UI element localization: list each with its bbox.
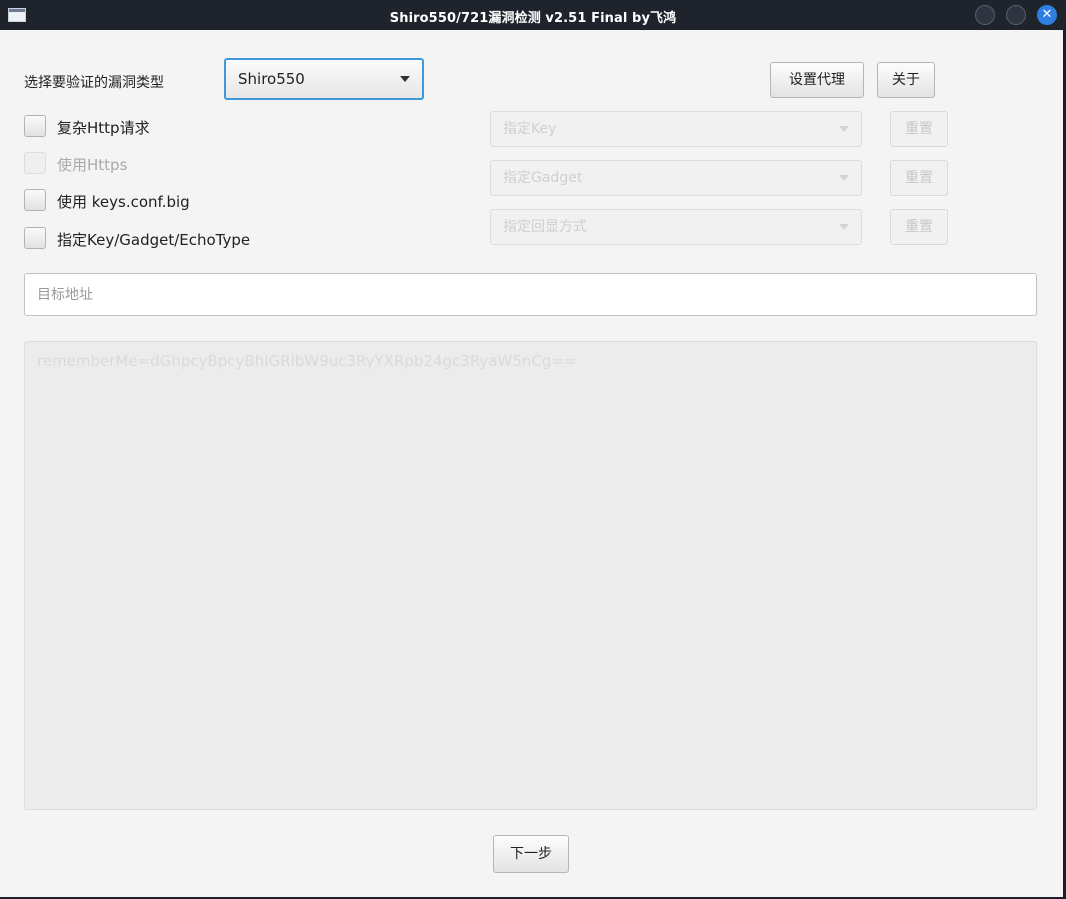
reset-key-button[interactable]: 重置 <box>890 111 948 147</box>
specify-key-gadget-label: 指定Key/Gadget/EchoType <box>57 231 251 249</box>
cookie-output-area[interactable]: rememberMe=dGhpcyBpcyBhIGRlbW9uc3RyYXRpb… <box>24 341 1037 810</box>
use-https-checkbox[interactable] <box>24 152 46 174</box>
use-https-label: 使用Https <box>57 156 128 174</box>
use-keys-big-checkbox[interactable] <box>24 189 46 211</box>
reset-echo-type-button[interactable]: 重置 <box>890 209 948 245</box>
vuln-type-value: Shiro550 <box>238 70 305 88</box>
next-step-button[interactable]: 下一步 <box>493 835 569 873</box>
cookie-output-placeholder: rememberMe=dGhpcyBpcyBhIGRlbW9uc3RyYXRpb… <box>37 352 577 370</box>
proxy-settings-button[interactable]: 设置代理 <box>770 62 864 98</box>
gadget-select[interactable]: 指定Gadget <box>490 160 862 196</box>
specify-key-gadget-checkbox[interactable] <box>24 227 46 249</box>
echo-type-select-placeholder: 指定回显方式 <box>503 219 587 235</box>
window-title: Shiro550/721漏洞检测 v2.51 Final by飞鸿 <box>389 11 677 26</box>
target-address-field[interactable] <box>24 273 1037 316</box>
target-address-input[interactable] <box>25 274 1036 315</box>
complex-http-label: 复杂Http请求 <box>57 119 150 137</box>
minimize-icon[interactable] <box>975 5 995 25</box>
main-panel: 选择要验证的漏洞类型 Shiro550 设置代理 关于 复杂Http请求 使用H… <box>0 30 1063 897</box>
use-keys-big-label: 使用 keys.conf.big <box>57 193 190 211</box>
echo-type-select[interactable]: 指定回显方式 <box>490 209 862 245</box>
vuln-type-select[interactable]: Shiro550 <box>224 58 424 100</box>
chevron-down-icon <box>400 76 410 82</box>
close-icon[interactable]: ✕ <box>1037 5 1057 25</box>
title-bar: Shiro550/721漏洞检测 v2.51 Final by飞鸿 ✕ <box>0 0 1066 30</box>
maximize-icon[interactable] <box>1006 5 1026 25</box>
chevron-down-icon <box>839 224 849 230</box>
complex-http-checkbox[interactable] <box>24 115 46 137</box>
chevron-down-icon <box>839 175 849 181</box>
key-select-placeholder: 指定Key <box>503 121 557 137</box>
about-button[interactable]: 关于 <box>877 62 935 98</box>
gadget-select-placeholder: 指定Gadget <box>503 170 583 186</box>
reset-gadget-button[interactable]: 重置 <box>890 160 948 196</box>
vuln-type-label: 选择要验证的漏洞类型 <box>24 75 164 91</box>
chevron-down-icon <box>839 126 849 132</box>
key-select[interactable]: 指定Key <box>490 111 862 147</box>
